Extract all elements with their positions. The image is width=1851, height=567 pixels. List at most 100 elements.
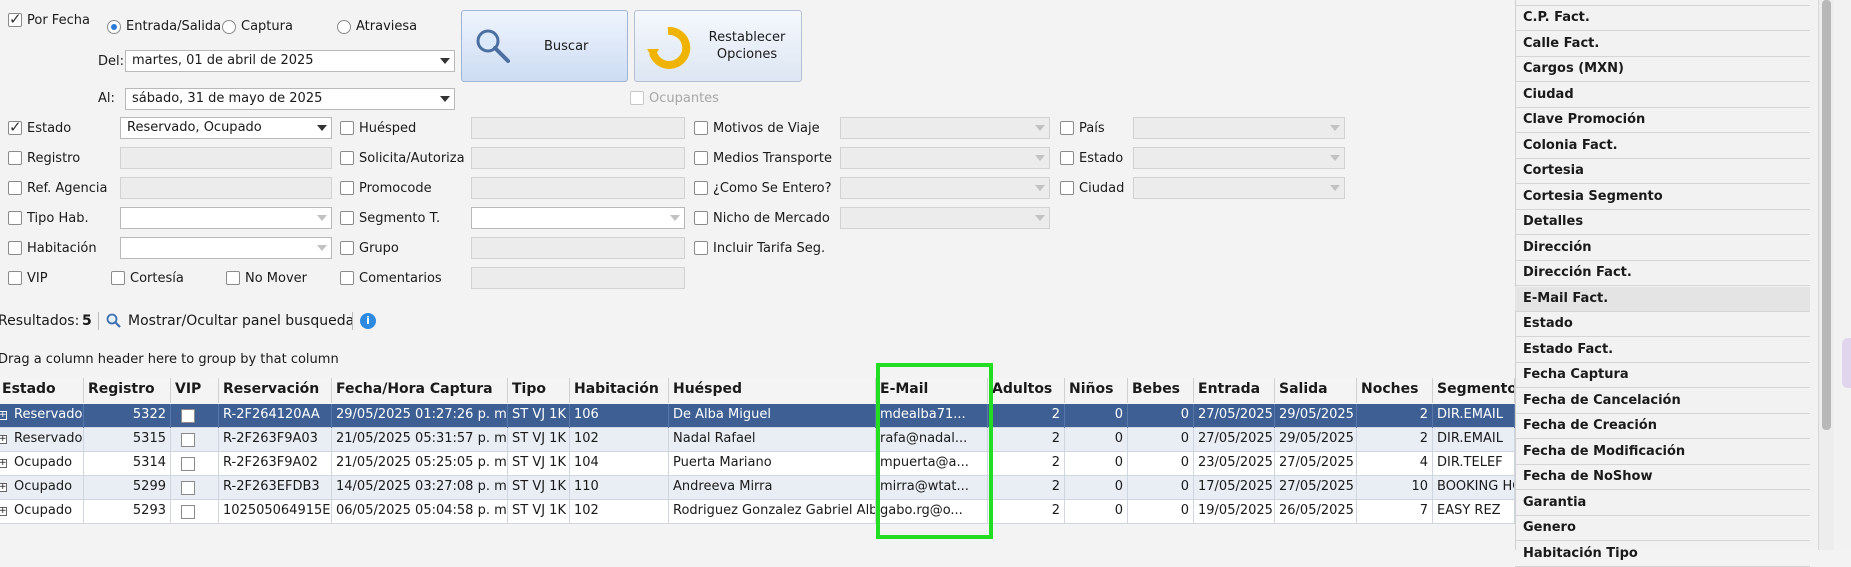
expand-row-icon[interactable]: +	[0, 507, 7, 516]
cell-bebes[interactable]: 0	[1128, 500, 1194, 524]
side-tab[interactable]	[1842, 338, 1851, 388]
cell-habitacion[interactable]: 104	[570, 452, 669, 476]
cell-estado[interactable]: + Reservado	[0, 404, 84, 428]
vip-checkbox[interactable]	[181, 481, 195, 495]
column-chooser-item[interactable]: E-Mail Fact.	[1515, 286, 1810, 312]
col-header-registro[interactable]: Registro	[84, 378, 171, 403]
vip-checkbox[interactable]	[181, 457, 195, 471]
cell-huesped[interactable]: Nadal Rafael	[669, 428, 876, 452]
registro-input[interactable]	[120, 147, 332, 169]
table-row[interactable]: + Ocupado 5314 R-2F263F9A0221/05/2025 05:25…	[0, 452, 1515, 476]
nicho-mercado-checkbox[interactable]	[694, 211, 708, 225]
grupo-input[interactable]	[471, 237, 685, 259]
cell-ninos[interactable]: 0	[1065, 428, 1128, 452]
col-header-reservacion[interactable]: Reservación	[219, 378, 332, 403]
table-row[interactable]: + Ocupado 5293 102505064915E06/05/2025 05:0…	[0, 500, 1515, 524]
column-chooser-item[interactable]: Clave Promoción	[1515, 108, 1810, 133]
cell-vip[interactable]	[171, 404, 219, 428]
cell-segmento[interactable]: DIR.TELEF	[1433, 452, 1515, 476]
pais-select[interactable]	[1133, 117, 1345, 139]
toggle-search-panel-link[interactable]: Mostrar/Ocultar panel busqueda	[128, 313, 354, 329]
col-header-estado[interactable]: Estado	[0, 378, 84, 403]
column-chooser-item[interactable]: C.P. Fact.	[1515, 6, 1810, 31]
cell-reservacion[interactable]: R-2F263F9A02	[219, 452, 332, 476]
cell-ninos[interactable]: 0	[1065, 500, 1128, 524]
cell-salida[interactable]: 29/05/2025	[1275, 404, 1357, 428]
cell-tipo[interactable]: ST VJ 1K	[508, 500, 570, 524]
registro-checkbox[interactable]	[8, 151, 22, 165]
como-se-entero-checkbox[interactable]	[694, 181, 708, 195]
col-header-habitacion[interactable]: Habitación	[570, 378, 669, 403]
col-header-tipo[interactable]: Tipo	[508, 378, 570, 403]
cell-ninos[interactable]: 0	[1065, 404, 1128, 428]
cell-salida[interactable]: 26/05/2025	[1275, 500, 1357, 524]
col-header-bebes[interactable]: Bebes	[1128, 378, 1194, 403]
cell-salida[interactable]: 27/05/2025	[1275, 452, 1357, 476]
cell-noches[interactable]: 10	[1357, 476, 1433, 500]
cell-entrada[interactable]: 23/05/2025	[1194, 452, 1275, 476]
table-row[interactable]: + Reservado5315 R-2F263F9A0321/05/2025 05:…	[0, 428, 1515, 452]
habitacion-checkbox[interactable]	[8, 241, 22, 255]
nicho-mercado-select[interactable]	[840, 207, 1050, 229]
cell-entrada[interactable]: 19/05/2025	[1194, 500, 1275, 524]
cell-huesped[interactable]: Rodriguez Gonzalez Gabriel Alberto	[669, 500, 876, 524]
cell-registro[interactable]: 5293	[84, 500, 171, 524]
ciudad-select[interactable]	[1133, 177, 1345, 199]
cell-reservacion[interactable]: R-2F264120AA	[219, 404, 332, 428]
al-date-picker[interactable]: sábado, 31 de mayo de 2025	[125, 88, 455, 110]
cell-fecha-captura[interactable]: 21/05/2025 05:31:57 p. m.	[332, 428, 508, 452]
chevron-down-icon[interactable]	[670, 215, 680, 221]
cell-fecha-captura[interactable]: 14/05/2025 03:27:08 p. m.	[332, 476, 508, 500]
cell-habitacion[interactable]: 110	[570, 476, 669, 500]
cell-adultos[interactable]: 2	[988, 428, 1065, 452]
cell-entrada[interactable]: 27/05/2025	[1194, 404, 1275, 428]
column-chooser-item[interactable]: Dirección Fact.	[1515, 261, 1810, 286]
cell-habitacion[interactable]: 102	[570, 500, 669, 524]
vip-checkbox[interactable]	[8, 271, 22, 285]
column-chooser-item[interactable]: Detalles	[1515, 210, 1810, 235]
cell-registro[interactable]: 5322	[84, 404, 171, 428]
column-chooser-item[interactable]: Cortesia Segmento	[1515, 185, 1810, 210]
column-chooser-item[interactable]: Garantia	[1515, 491, 1810, 516]
estado-geo-checkbox[interactable]	[1060, 151, 1074, 165]
cell-segmento[interactable]: DIR.EMAIL	[1433, 404, 1515, 428]
cell-fecha-captura[interactable]: 06/05/2025 05:04:58 p. m.	[332, 500, 508, 524]
comentarios-input[interactable]	[471, 267, 685, 289]
cell-reservacion[interactable]: R-2F263EFDB3	[219, 476, 332, 500]
col-header-vip[interactable]: VIP	[171, 378, 219, 403]
chevron-down-icon[interactable]	[317, 125, 327, 131]
col-header-fecha-captura[interactable]: Fecha/Hora Captura	[332, 378, 508, 403]
cell-bebes[interactable]: 0	[1128, 452, 1194, 476]
cell-fecha-captura[interactable]: 29/05/2025 01:27:26 p. m.	[332, 404, 508, 428]
cell-registro[interactable]: 5314	[84, 452, 171, 476]
chevron-down-icon[interactable]	[1035, 125, 1045, 131]
col-header-segmento[interactable]: Segmento	[1433, 378, 1515, 403]
ref-agencia-input[interactable]	[120, 177, 332, 199]
cell-segmento[interactable]: DIR.EMAIL	[1433, 428, 1515, 452]
medios-transporte-checkbox[interactable]	[694, 151, 708, 165]
vip-checkbox[interactable]	[181, 433, 195, 447]
column-chooser-item[interactable]: Calle Fact.	[1515, 32, 1810, 57]
segmento-t-select[interactable]	[471, 207, 685, 229]
promocode-input[interactable]	[471, 177, 685, 199]
segmento-t-checkbox[interactable]	[340, 211, 354, 225]
table-row[interactable]: + Reservado5322 R-2F264120AA29/05/2025 01:…	[0, 404, 1515, 428]
cell-habitacion[interactable]: 102	[570, 428, 669, 452]
cell-adultos[interactable]: 2	[988, 476, 1065, 500]
cortesia-checkbox[interactable]	[111, 271, 125, 285]
table-row[interactable]: + Ocupado 5299 R-2F263EFDB314/05/2025 03:27…	[0, 476, 1515, 500]
vip-checkbox[interactable]	[181, 409, 195, 423]
cell-vip[interactable]	[171, 500, 219, 524]
restablecer-opciones-button[interactable]: Restablecer Opciones	[634, 10, 802, 82]
ref-agencia-checkbox[interactable]	[8, 181, 22, 195]
chevron-down-icon[interactable]	[1035, 155, 1045, 161]
cell-huesped[interactable]: Andreeva Mirra	[669, 476, 876, 500]
expand-row-icon[interactable]: +	[0, 459, 7, 468]
promocode-checkbox[interactable]	[340, 181, 354, 195]
estado-checkbox[interactable]	[8, 118, 22, 136]
medios-transporte-select[interactable]	[840, 147, 1050, 169]
cell-entrada[interactable]: 27/05/2025	[1194, 428, 1275, 452]
chevron-down-icon[interactable]	[440, 58, 450, 64]
chevron-down-icon[interactable]	[317, 215, 327, 221]
scrollbar-thumb[interactable]	[1822, 0, 1831, 430]
